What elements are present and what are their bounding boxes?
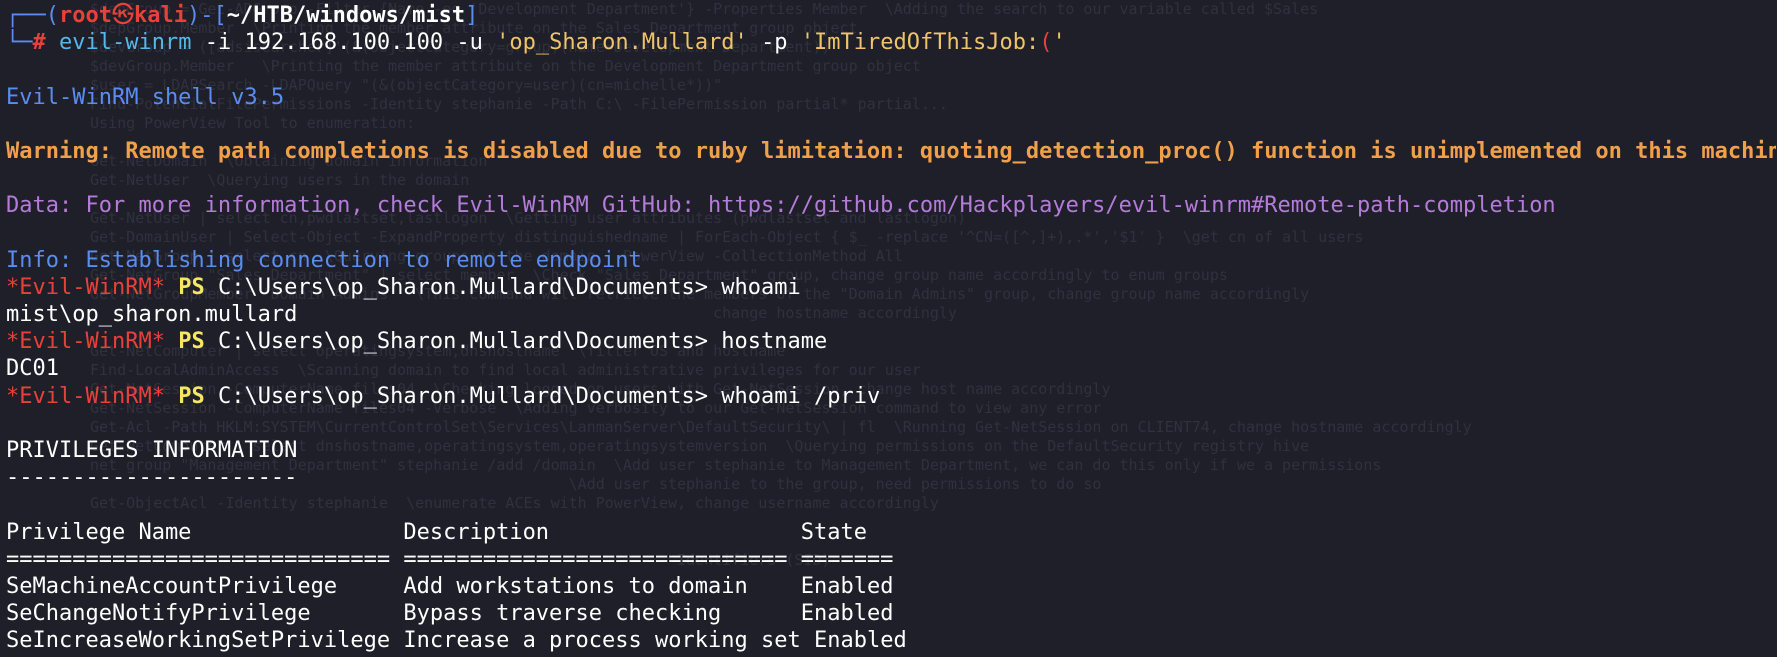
- prompt-host: kali: [133, 3, 187, 28]
- prompt-cwd: ~/HTB/windows/mist: [226, 3, 466, 28]
- prompt-at-symbol: ㉿: [111, 3, 134, 28]
- command-password-paren: (: [1039, 30, 1053, 56]
- table-col-description: Description: [403, 519, 550, 545]
- ps-label: PS: [178, 329, 205, 355]
- ps-command-whoami-priv: whoami /priv: [721, 383, 881, 409]
- ps-path: C:\Users\op_Sharon.Mullard\Documents>: [217, 274, 709, 300]
- table-cell-privilege: SeMachineAccountPrivilege: [6, 573, 338, 599]
- ps-prompt-prefix: *Evil-WinRM*: [6, 383, 165, 409]
- data-line: Data: For more information, check Evil-W…: [6, 192, 1776, 219]
- priv-header-line: PRIVILEGES INFORMATION: [6, 437, 1776, 464]
- ps-command-whoami: whoami: [721, 274, 801, 300]
- info-text: Info: Establishing connection to remote …: [6, 247, 642, 273]
- table-col-state: State: [800, 519, 867, 545]
- shell-command-line: └─# evil-winrm -i 192.168.100.100 -u 'op…: [6, 29, 1776, 56]
- table-cell-privilege: SeIncreaseWorkingSetPrivilege: [6, 628, 391, 654]
- command-password-arg: 'ImTiredOfThisJob:: [800, 30, 1040, 56]
- command-flag-i: -i: [204, 30, 232, 56]
- priv-underline: ----------------------: [6, 465, 298, 491]
- table-cell-state: Enabled: [800, 573, 894, 599]
- ps-prompt-line: *Evil-WinRM* PS C:\Users\op_Sharon.Mulla…: [6, 383, 1776, 410]
- banner-text: Evil-WinRM shell v3.5: [6, 84, 285, 110]
- priv-header: PRIVILEGES INFORMATION: [6, 438, 298, 463]
- table-cell-description: Add workstations to domain: [403, 573, 748, 599]
- table-cell-description: Increase a process working set: [403, 628, 801, 654]
- table-cell-description: Bypass traverse checking: [403, 601, 722, 627]
- command-ip: 192.168.100.100: [244, 30, 444, 56]
- shell-prompt-top: ┌──(root㉿kali)-[~/HTB/windows/mist]: [6, 2, 1776, 29]
- table-col-privilege-name: Privilege Name: [6, 519, 192, 545]
- data-text: Data: For more information, check Evil-W…: [6, 193, 1556, 219]
- ps-path: C:\Users\op_Sharon.Mullard\Documents>: [217, 329, 709, 355]
- priv-underline-line: ----------------------: [6, 464, 1776, 491]
- table-separator-row: ============================= ==========…: [6, 546, 1776, 573]
- prompt-hash: #: [32, 30, 46, 56]
- output-line: mist\op_sharon.mullard: [6, 301, 1776, 328]
- command-flag-u: -u: [456, 30, 483, 56]
- hostname-output: DC01: [6, 356, 59, 382]
- banner-line: Evil-WinRM shell v3.5: [6, 84, 1776, 111]
- prompt-frame-mid: )-[: [186, 3, 227, 28]
- command-flag-p: -p: [761, 30, 788, 56]
- warning-line: Warning: Remote path completions is disa…: [6, 138, 1776, 165]
- table-row: SeIncreaseWorkingSetPrivilege Increase a…: [6, 627, 1776, 654]
- table-cell-state: Enabled: [800, 601, 894, 627]
- table-cell-privilege: SeChangeNotifyPrivilege: [6, 601, 311, 627]
- prompt-frame-end: ]: [465, 3, 479, 28]
- table-header-row: Privilege Name Description State: [6, 519, 1776, 546]
- output-line: DC01: [6, 355, 1776, 382]
- ps-command-hostname: hostname: [721, 329, 828, 355]
- ps-label: PS: [178, 383, 205, 409]
- table-cell-state: Enabled: [813, 628, 907, 654]
- table-row: SeChangeNotifyPrivilege Bypass traverse …: [6, 600, 1776, 627]
- ps-label: PS: [178, 274, 205, 300]
- command-password-close: ': [1052, 30, 1066, 56]
- ps-path: C:\Users\op_Sharon.Mullard\Documents>: [217, 383, 709, 409]
- whoami-output: mist\op_sharon.mullard: [6, 302, 298, 328]
- terminal-output: ┌──(root㉿kali)-[~/HTB/windows/mist] └─# …: [6, 2, 1776, 657]
- prompt-user: root: [58, 3, 112, 28]
- warning-text: Warning: Remote path completions is disa…: [6, 138, 1776, 164]
- ps-prompt-line: *Evil-WinRM* PS C:\Users\op_Sharon.Mulla…: [6, 274, 1776, 301]
- command-user-arg: 'op_Sharon.Mullard': [496, 30, 748, 56]
- table-separator: ============================= ==========…: [6, 546, 894, 572]
- terminal-window[interactable]: $depGroup = Get-ADGroup -Filter {Name -e…: [0, 0, 1777, 657]
- command-program: evil-winrm: [59, 30, 192, 56]
- ps-prompt-prefix: *Evil-WinRM*: [6, 329, 165, 355]
- table-row: SeMachineAccountPrivilege Add workstatio…: [6, 573, 1776, 600]
- prompt-frame-top: ┌──(: [6, 3, 59, 28]
- ps-prompt-prefix: *Evil-WinRM*: [6, 274, 165, 300]
- ps-prompt-line: *Evil-WinRM* PS C:\Users\op_Sharon.Mulla…: [6, 328, 1776, 355]
- info-line: Info: Establishing connection to remote …: [6, 247, 1776, 274]
- prompt-frame-bottom: └─: [6, 30, 33, 56]
